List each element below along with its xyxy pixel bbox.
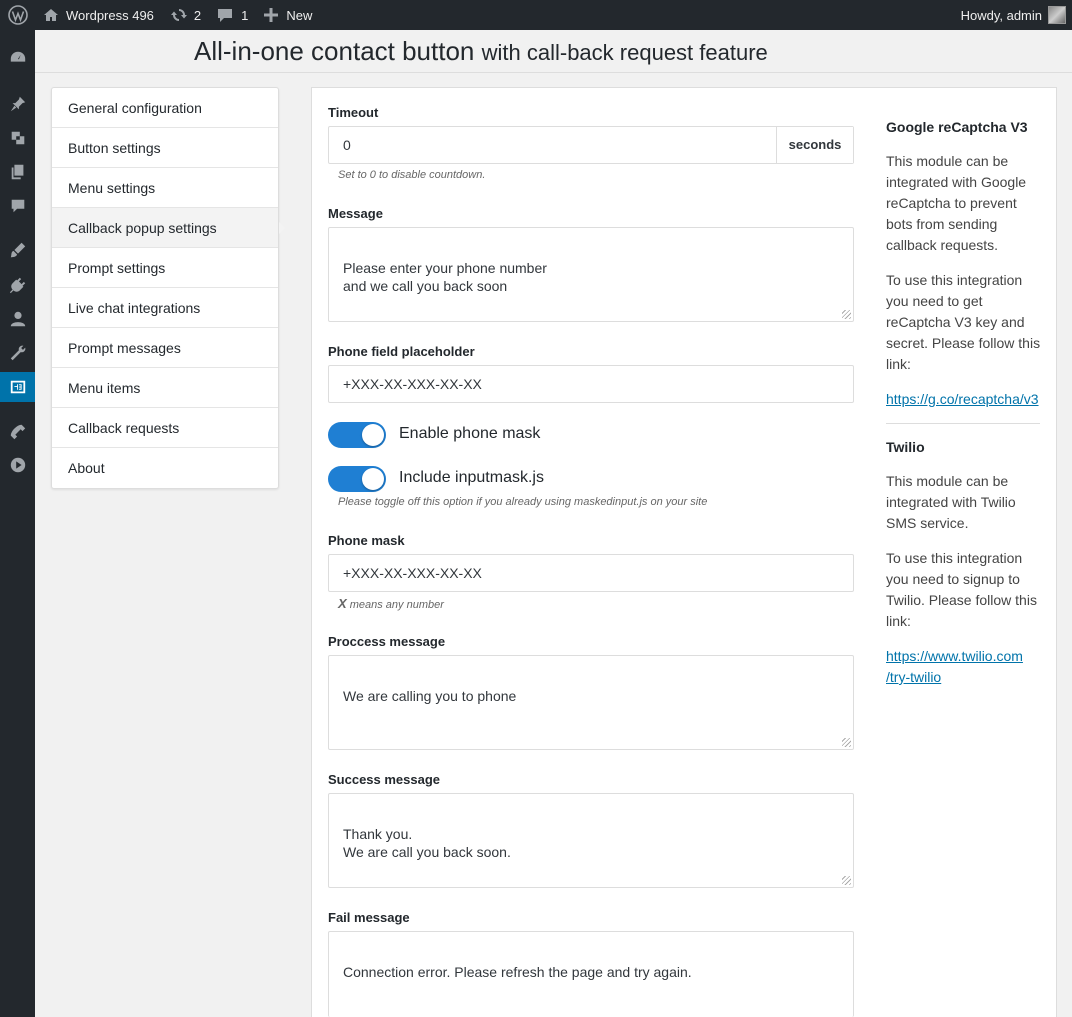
users-icon[interactable] bbox=[0, 304, 35, 334]
tab-menu-settings[interactable]: Menu settings bbox=[52, 168, 278, 208]
recaptcha-description: This module can be integrated with Googl… bbox=[886, 153, 1027, 253]
plugins-icon[interactable] bbox=[0, 270, 35, 300]
comments-count: 1 bbox=[241, 7, 249, 23]
phone-icon[interactable] bbox=[0, 417, 35, 447]
success-message-textarea[interactable]: Thank you. We are call you back soon. bbox=[328, 793, 854, 888]
twilio-instructions: To use this integration you need to sign… bbox=[886, 550, 1037, 629]
phone-placeholder-label: Phone field placeholder bbox=[328, 344, 475, 359]
tab-about[interactable]: About bbox=[52, 448, 278, 488]
page-title: All-in-one contact button with call-back… bbox=[194, 36, 768, 67]
enable-phone-mask-label: Enable phone mask bbox=[399, 425, 541, 442]
success-message-label: Success message bbox=[328, 772, 441, 787]
phone-mask-input[interactable]: +XXX-XX-XXX-XX-XX bbox=[328, 554, 854, 592]
posts-pin-icon[interactable] bbox=[0, 89, 35, 119]
my-account-link[interactable]: Howdy, admin bbox=[953, 0, 1072, 30]
toggle-knob bbox=[362, 468, 384, 490]
recaptcha-title: Google reCaptcha V3 bbox=[886, 119, 1028, 135]
toggle-knob bbox=[362, 424, 384, 446]
settings-tabs: General configuration Button settings Me… bbox=[51, 87, 285, 489]
comments-icon[interactable] bbox=[0, 191, 35, 221]
include-inputmask-hint: Please toggle off this option if you alr… bbox=[338, 496, 708, 508]
media-icon[interactable] bbox=[0, 123, 35, 153]
tab-prompt-messages[interactable]: Prompt messages bbox=[52, 328, 278, 368]
updates-count: 2 bbox=[193, 7, 202, 23]
timeout-unit-addon: seconds bbox=[776, 127, 853, 163]
fail-message-label: Fail message bbox=[328, 910, 410, 925]
page-title-sub: with call-back request feature bbox=[481, 40, 768, 65]
sidebar-divider bbox=[886, 423, 1040, 424]
admin-bar: Wordpress 496 2 1 New Howdy, admin bbox=[0, 0, 1072, 30]
tools-wrench-icon[interactable] bbox=[0, 338, 35, 368]
phone-placeholder-value: +XXX-XX-XXX-XX-XX bbox=[343, 376, 482, 392]
timeout-value: 0 bbox=[343, 137, 351, 153]
include-inputmask-toggle[interactable] bbox=[328, 466, 386, 492]
phone-mask-value: +XXX-XX-XXX-XX-XX bbox=[343, 565, 482, 581]
recaptcha-link[interactable]: https://g.co/recaptcha/v3 bbox=[886, 389, 1039, 410]
success-message-value: Thank you. We are call you back soon. bbox=[343, 826, 511, 860]
tab-general-configuration[interactable]: General configuration bbox=[52, 88, 278, 128]
resize-grip-icon[interactable] bbox=[842, 310, 851, 319]
play-circle-icon[interactable] bbox=[0, 450, 35, 480]
phone-mask-hint-text: means any number bbox=[346, 599, 444, 611]
process-message-value: We are calling you to phone bbox=[343, 688, 517, 704]
updates-icon bbox=[170, 9, 187, 21]
contact-button-plugin-icon[interactable] bbox=[0, 372, 35, 402]
phone-mask-hint-x: X bbox=[338, 596, 347, 611]
tab-callback-requests[interactable]: Callback requests bbox=[52, 408, 278, 448]
tab-menu-items[interactable]: Menu items bbox=[52, 368, 278, 408]
updates-link[interactable]: 2 bbox=[162, 0, 209, 30]
pages-icon[interactable] bbox=[0, 157, 35, 187]
dashboard-icon[interactable] bbox=[0, 43, 35, 73]
twilio-link-line2: /try-twilio bbox=[886, 669, 942, 685]
comment-icon bbox=[218, 9, 233, 22]
site-name-link[interactable]: Wordpress 496 bbox=[35, 0, 162, 30]
fail-message-textarea[interactable]: Connection error. Please refresh the pag… bbox=[328, 931, 854, 1017]
process-message-label: Proccess message bbox=[328, 634, 446, 649]
plus-icon bbox=[264, 8, 279, 22]
fail-message-value: Connection error. Please refresh the pag… bbox=[343, 964, 692, 980]
resize-grip-icon[interactable] bbox=[842, 876, 851, 885]
site-name: Wordpress 496 bbox=[66, 7, 154, 23]
wordpress-logo-icon[interactable] bbox=[0, 0, 35, 30]
tab-live-chat-integrations[interactable]: Live chat integrations bbox=[52, 288, 278, 328]
appearance-brush-icon[interactable] bbox=[0, 235, 35, 265]
twilio-link[interactable]: https://www.twilio.com/try-twilio bbox=[886, 646, 1023, 688]
message-label: Message bbox=[328, 206, 383, 221]
tab-callback-popup-settings[interactable]: Callback popup settings bbox=[52, 208, 285, 248]
phone-mask-label: Phone mask bbox=[328, 533, 405, 548]
avatar bbox=[1048, 6, 1066, 24]
new-content-link[interactable]: New bbox=[256, 0, 320, 30]
process-message-textarea[interactable]: We are calling you to phone bbox=[328, 655, 854, 750]
enable-phone-mask-toggle[interactable] bbox=[328, 422, 386, 448]
howdy-text: Howdy, admin bbox=[960, 7, 1042, 23]
twilio-description: This module can be integrated with Twili… bbox=[886, 473, 1016, 531]
include-inputmask-label: Include inputmask.js bbox=[399, 469, 544, 486]
tab-button-settings[interactable]: Button settings bbox=[52, 128, 278, 168]
comments-link[interactable]: 1 bbox=[209, 0, 256, 30]
twilio-link-line1: https://www.twilio.com bbox=[886, 648, 1023, 664]
title-divider bbox=[35, 72, 1072, 73]
new-label: New bbox=[286, 7, 313, 23]
timeout-hint: Set to 0 to disable countdown. bbox=[338, 169, 486, 181]
admin-menu bbox=[0, 30, 35, 1017]
message-value: Please enter your phone number and we ca… bbox=[343, 260, 547, 294]
tab-prompt-settings[interactable]: Prompt settings bbox=[52, 248, 278, 288]
message-textarea[interactable]: Please enter your phone number and we ca… bbox=[328, 227, 854, 322]
page-title-main: All-in-one contact button bbox=[194, 36, 475, 66]
recaptcha-instructions: To use this integration you need to get … bbox=[886, 272, 1041, 372]
phone-placeholder-input[interactable]: +XXX-XX-XXX-XX-XX bbox=[328, 365, 854, 403]
timeout-label: Timeout bbox=[328, 105, 379, 120]
resize-grip-icon[interactable] bbox=[842, 738, 851, 747]
timeout-input[interactable]: 0 seconds bbox=[328, 126, 854, 164]
twilio-title: Twilio bbox=[886, 439, 925, 455]
phone-mask-hint: X means any number bbox=[338, 596, 444, 611]
home-icon bbox=[44, 9, 58, 21]
